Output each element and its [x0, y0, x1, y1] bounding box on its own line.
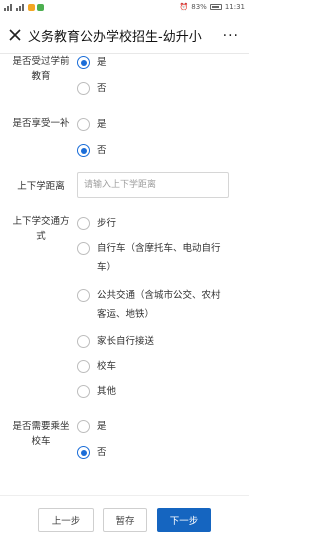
- preschool-option-no-label: 否: [97, 83, 107, 94]
- subsidy-option-no-label: 否: [97, 145, 107, 156]
- clock: 11:31: [224, 3, 245, 11]
- preschool-option-yes[interactable]: 是: [77, 56, 107, 70]
- radio-transport-bicycle[interactable]: [77, 242, 90, 255]
- distance-input[interactable]: [77, 172, 229, 198]
- radio-transport-walk[interactable]: [77, 217, 90, 230]
- transport-option-bus[interactable]: 校车: [77, 360, 116, 374]
- school-bus-option-yes[interactable]: 是: [77, 420, 107, 434]
- preschool-option-yes-label: 是: [97, 57, 107, 68]
- radio-transport-bus[interactable]: [77, 360, 90, 373]
- transport-option-other-label: 其他: [97, 386, 117, 397]
- subsidy-option-yes[interactable]: 是: [77, 118, 107, 132]
- radio-transport-parent[interactable]: [77, 335, 90, 348]
- transport-option-walk-label: 步行: [97, 218, 117, 229]
- prev-step-button[interactable]: 上一步: [38, 508, 94, 532]
- alarm-icon: ⏰: [179, 3, 189, 11]
- transport-option-walk[interactable]: 步行: [77, 217, 116, 231]
- transport-option-bicycle-label: 自行车（含摩托车、电动自行车）: [97, 243, 221, 273]
- more-menu-icon[interactable]: ···: [223, 28, 239, 44]
- subsidy-label: 是否享受一补: [12, 118, 70, 129]
- wechat-icon: [37, 3, 44, 11]
- transport-option-public-label: 公共交通（含城市公交、农村客运、地铁）: [97, 290, 221, 320]
- status-right: ⏰ 83% 11:31: [180, 3, 245, 11]
- preschool-option-no[interactable]: 否: [77, 82, 107, 96]
- school-bus-option-yes-label: 是: [97, 421, 107, 432]
- radio-subsidy-no[interactable]: [77, 144, 90, 157]
- next-step-button[interactable]: 下一步: [157, 508, 211, 532]
- title-bar: 义务教育公办学校招生-幼升小 ···: [0, 16, 249, 54]
- school-bus-option-no[interactable]: 否: [77, 446, 107, 460]
- preschool-label: 是否受过学前教育: [12, 56, 70, 82]
- radio-school-bus-no[interactable]: [77, 446, 90, 459]
- subsidy-option-yes-label: 是: [97, 119, 107, 130]
- notification-icon: [28, 3, 35, 11]
- signal-icon: [16, 3, 26, 11]
- battery-percent: 83%: [191, 3, 207, 11]
- transport-option-parent-label: 家长自行接送: [97, 336, 155, 347]
- radio-transport-public[interactable]: [77, 289, 90, 302]
- radio-preschool-yes[interactable]: [77, 56, 90, 69]
- page-title: 义务教育公办学校招生-幼升小: [28, 30, 202, 45]
- school-bus-label: 是否需要乘坐校车: [12, 421, 70, 447]
- transport-option-bus-label: 校车: [97, 361, 117, 372]
- status-bar: ⏰ 83% 11:31: [0, 0, 249, 16]
- radio-preschool-no[interactable]: [77, 82, 90, 95]
- transport-option-other[interactable]: 其他: [77, 385, 116, 399]
- close-icon[interactable]: [8, 27, 22, 41]
- status-left: [4, 3, 44, 11]
- transport-option-parent[interactable]: 家长自行接送: [77, 335, 154, 349]
- school-bus-option-no-label: 否: [97, 447, 107, 458]
- distance-label: 上下学距离: [17, 181, 65, 192]
- subsidy-option-no[interactable]: 否: [77, 144, 107, 158]
- transport-option-bicycle[interactable]: 自行车（含摩托车、电动自行车）: [77, 242, 227, 277]
- transport-option-public[interactable]: 公共交通（含城市公交、农村客运、地铁）: [77, 289, 227, 324]
- battery-icon: [209, 4, 222, 10]
- radio-subsidy-yes[interactable]: [77, 118, 90, 131]
- save-draft-button[interactable]: 暂存: [103, 508, 147, 532]
- radio-school-bus-yes[interactable]: [77, 420, 90, 433]
- radio-transport-other[interactable]: [77, 385, 90, 398]
- transport-label: 上下学交通方式: [12, 216, 70, 242]
- footer-bar: 上一步 暂存 下一步: [0, 495, 249, 548]
- signal-icon: [4, 3, 14, 11]
